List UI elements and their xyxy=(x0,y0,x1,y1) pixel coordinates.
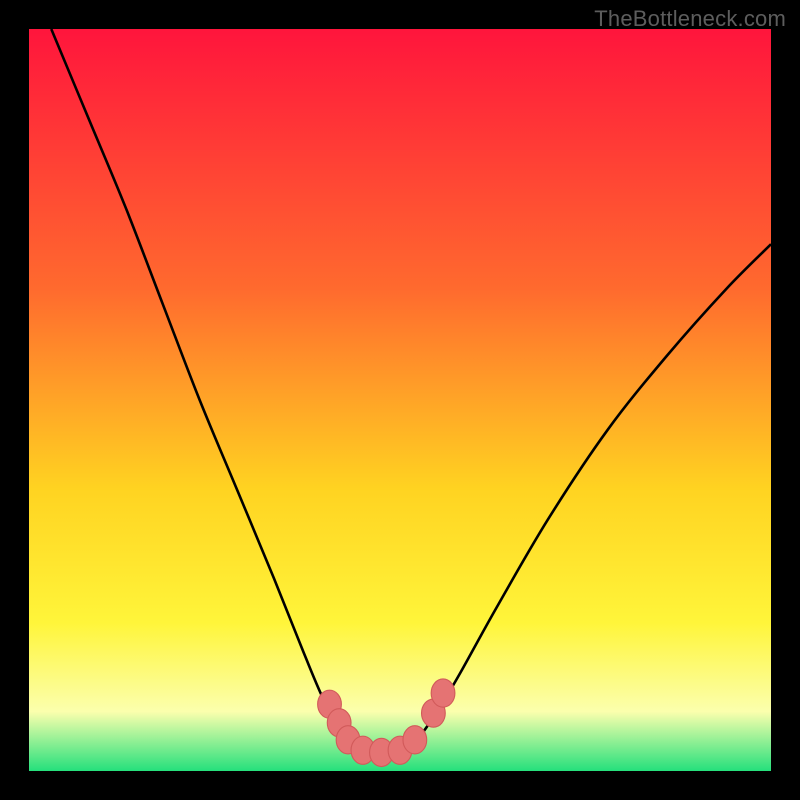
curve-marker xyxy=(403,726,427,754)
curve-marker xyxy=(431,679,455,707)
bottleneck-chart xyxy=(29,29,771,771)
gradient-background xyxy=(29,29,771,771)
chart-frame: TheBottleneck.com xyxy=(0,0,800,800)
plot-area xyxy=(29,29,771,771)
